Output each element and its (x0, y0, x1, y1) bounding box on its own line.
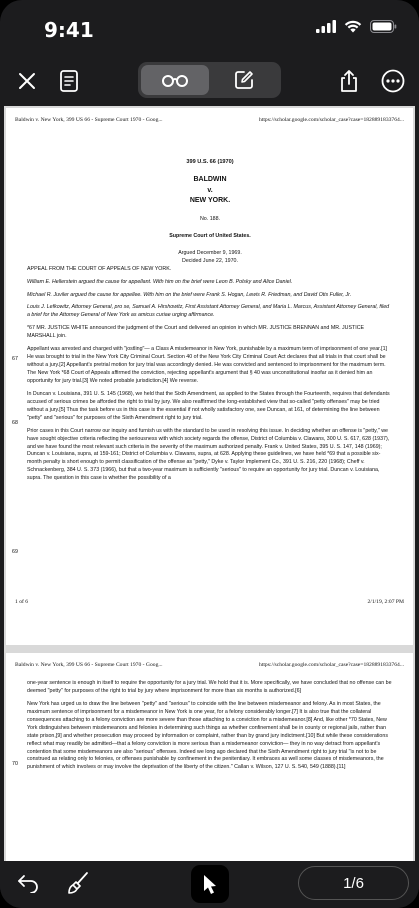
close-button[interactable] (10, 64, 44, 98)
view-mode-segmented-control (138, 62, 281, 98)
battery-icon (370, 20, 397, 33)
signal-icon (316, 20, 336, 33)
counsel-amicus: Louis J. Lefkowitz, Attorney General, pr… (27, 304, 390, 319)
decided-date: Decided June 22, 1970. (182, 257, 238, 264)
case-party-2: NEW YORK. (189, 197, 231, 205)
margin-page-number: 68 (12, 420, 18, 426)
document-page-2: Baldwin v. New York, 399 US 66 - Supreme… (6, 653, 413, 861)
page-footer: 1 of 6 2/1/19, 2:07 PM (15, 599, 404, 605)
page-header-title: Baldwin v. New York, 399 US 66 - Supreme… (15, 662, 163, 668)
bottom-toolbar: 1/6 (0, 861, 419, 908)
selection-tool-button[interactable] (191, 865, 229, 903)
opinion-paragraph-2: In Duncan v. Louisiana, 391 U. S. 145 (1… (27, 390, 390, 421)
markup-mode-button[interactable] (210, 65, 278, 95)
reader-mode-button[interactable] (141, 65, 209, 95)
opinion-paragraph-1: Appellant was arrested and charged with … (27, 346, 388, 384)
close-icon (19, 73, 35, 89)
page-header: Baldwin v. New York, 399 US 66 - Supreme… (15, 117, 404, 123)
document-page-1: Baldwin v. New York, 399 US 66 - Supreme… (6, 108, 413, 645)
page-header-title: Baldwin v. New York, 399 US 66 - Supreme… (15, 117, 163, 123)
share-button[interactable] (332, 64, 366, 98)
appeal-line: APPEAL FROM THE COURT OF APPEALS OF NEW … (27, 265, 172, 272)
page-indicator[interactable]: 1/6 (298, 866, 409, 900)
document-viewer[interactable]: Baldwin v. New York, 399 US 66 - Supreme… (4, 106, 415, 861)
brush-button[interactable] (62, 867, 94, 899)
more-icon (381, 69, 405, 93)
case-citation: 399 U.S. 66 (1970) (186, 159, 234, 165)
status-bar: 9:41 (0, 0, 419, 56)
page-header-url: https://scholar.google.com/scholar_case?… (259, 117, 404, 123)
case-versus: v. (207, 186, 213, 194)
opinion-paragraph-4: one-year sentence is enough in itself to… (27, 680, 392, 694)
page-count: 1 of 6 (15, 599, 29, 605)
undo-button[interactable] (12, 867, 44, 899)
more-button[interactable] (376, 64, 410, 98)
edit-icon (235, 71, 253, 89)
argued-date: Argued December 9, 1969. (178, 249, 242, 256)
glasses-icon (162, 75, 188, 87)
counsel-appellee: Michael R. Juviler argued the cause for … (27, 291, 352, 298)
opinion-paragraph-5: New York has urged us to draw the line b… (27, 700, 388, 771)
toolbar (0, 56, 419, 106)
page-header-url: https://scholar.google.com/scholar_case?… (259, 662, 404, 668)
cursor-icon (204, 875, 216, 894)
brush-icon (68, 872, 88, 894)
phone-screen: 9:41 Baldwin v. New York, 399 US 66 - Su… (0, 0, 419, 908)
undo-icon (18, 875, 38, 893)
wifi-icon (344, 20, 362, 33)
court-name: Supreme Court of United States. (169, 232, 251, 239)
status-time: 9:41 (44, 18, 94, 42)
case-number: No. 188. (199, 215, 221, 222)
margin-page-number: 70 (12, 761, 18, 767)
document-button[interactable] (52, 64, 86, 98)
print-timestamp: 2/1/19, 2:07 PM (367, 599, 404, 605)
status-icons (316, 20, 397, 33)
page-2-body: one-year sentence is enough in itself to… (27, 680, 393, 777)
margin-page-number: 69 (12, 549, 18, 555)
share-icon (341, 70, 357, 92)
counsel-appellant: William E. Hellerstein argued the cause … (27, 278, 293, 285)
document-icon (60, 70, 78, 92)
page-header: Baldwin v. New York, 399 US 66 - Supreme… (15, 662, 404, 668)
opinion-paragraph-3: Prior cases in this Court narrow our inq… (27, 427, 390, 482)
case-caption: 399 U.S. 66 (1970) BALDWIN v. NEW YORK. … (27, 158, 393, 488)
opinion-intro: *67 MR. JUSTICE WHITE announced the judg… (27, 325, 365, 340)
case-party-1: BALDWIN (193, 176, 227, 184)
margin-page-number: 67 (12, 356, 18, 362)
